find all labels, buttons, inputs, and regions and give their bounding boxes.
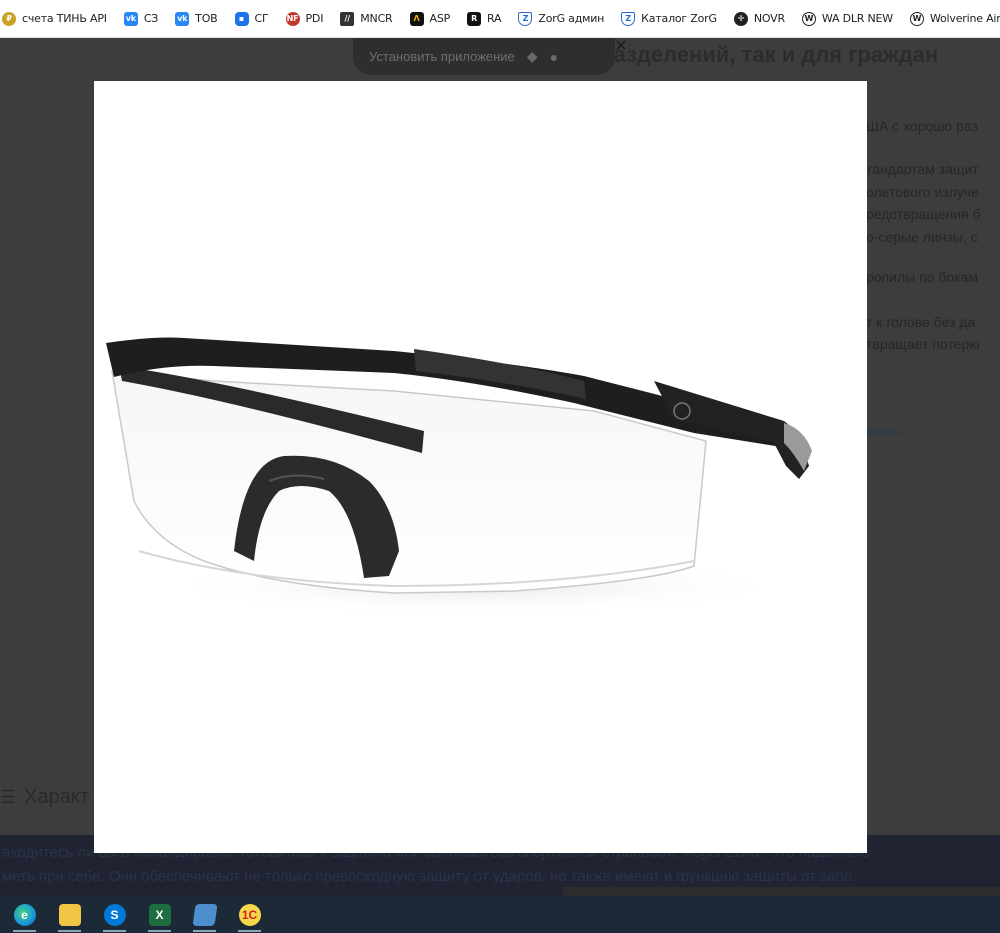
bookmark-ra[interactable]: R RA: [467, 11, 502, 26]
file-explorer-icon: [58, 903, 81, 926]
bookmark-sg[interactable]: ▪ СГ: [234, 11, 269, 26]
bookmark-label: ТОВ: [195, 12, 218, 25]
vk-icon: vk: [123, 11, 138, 26]
bookmark-label: Wolverine Airsoft: [929, 12, 1000, 25]
taskbar-file-explorer[interactable]: [47, 896, 92, 933]
taskbar-edge[interactable]: e: [2, 896, 47, 933]
chat-icon: ▪: [234, 11, 249, 26]
taskbar-1c[interactable]: 1С: [227, 896, 272, 933]
replace-link[interactable]: менить: [866, 426, 903, 438]
wa-icon: W: [801, 11, 816, 26]
vk-icon: vk: [175, 11, 190, 26]
bookmark-wa-dlr[interactable]: W WA DLR NEW: [801, 11, 893, 26]
page-strip: [563, 887, 1000, 896]
android-icon: ◆: [526, 48, 538, 64]
bookmark-label: СЗ: [143, 12, 159, 25]
bookmark-label: ASP: [429, 12, 451, 25]
bookmark-mncr[interactable]: // MNCR: [340, 11, 393, 26]
windows-taskbar: e S X 1С: [0, 896, 1000, 933]
zorg-shield-icon: Z: [621, 11, 636, 26]
bookmark-label: СГ: [254, 12, 269, 25]
wa-icon: W: [909, 11, 924, 26]
edge-icon: e: [13, 903, 36, 926]
pdi-icon: NF: [285, 11, 300, 26]
novr-icon: ✛: [733, 11, 748, 26]
bookmark-sz[interactable]: vk СЗ: [123, 11, 159, 26]
bookmark-label: ZorG админ: [538, 12, 605, 25]
bookmark-label: RA: [487, 12, 502, 25]
sliders-icon: ☰: [0, 787, 17, 807]
bookmark-label: NOVR: [753, 12, 785, 25]
taskbar-skype[interactable]: S: [92, 896, 137, 933]
bookmarks-bar: ₽ счета ТИНЬ API vk СЗ vk ТОВ ▪ СГ NF PDI // M…: [0, 0, 1000, 38]
bookmark-pdi[interactable]: NF PDI: [285, 11, 324, 26]
coin-icon: ₽: [2, 11, 16, 26]
excel-icon: X: [148, 903, 171, 926]
taskbar-excel[interactable]: X: [137, 896, 182, 933]
characteristics-section[interactable]: ☰ Характ: [0, 786, 89, 809]
bookmark-zorg-admin[interactable]: Z ZorG админ: [518, 11, 605, 26]
bookmark-zorg-catalog[interactable]: Z Каталог ZorG: [621, 11, 717, 26]
ra-icon: R: [467, 11, 482, 26]
apple-icon: ●: [549, 48, 559, 65]
bookmark-label: PDI: [305, 12, 324, 25]
bookmark-label: счета ТИНЬ API: [22, 12, 107, 25]
close-icon[interactable]: ✕: [612, 38, 630, 56]
article-text-line: о-серые линзы, с: [866, 229, 978, 245]
article-text-line: твращает потерю: [866, 336, 980, 352]
mncr-icon: //: [340, 11, 355, 26]
characteristics-label: Характ: [24, 786, 89, 808]
bookmark-label: Каталог ZorG: [641, 12, 717, 25]
install-app-banner[interactable]: Установить приложение ◆ ●: [353, 38, 615, 75]
glasses-image: [106, 337, 812, 616]
product-image-lightbox[interactable]: [94, 81, 867, 853]
bookmark-label: WA DLR NEW: [821, 12, 893, 25]
bookmark-label: MNCR: [360, 12, 393, 25]
article-text-line: т к голове без да: [866, 314, 976, 330]
taskbar-notes[interactable]: [182, 896, 227, 933]
1c-icon: 1С: [238, 903, 261, 926]
install-app-label: Установить приложение: [369, 49, 515, 64]
article-text-line: олетового излуче: [866, 184, 979, 200]
article-text-line: ША с хорошо раз: [866, 118, 978, 134]
bookmark-novr[interactable]: ✛ NOVR: [733, 11, 785, 26]
notes-icon: [191, 903, 218, 926]
bookmark-asp[interactable]: Λ ASP: [409, 11, 451, 26]
description-line: меть при себе. Они обеспечивают не тольк…: [2, 868, 852, 885]
article-heading: разделений, так и для граждан: [600, 42, 939, 67]
article-text-line: редотвращения б: [866, 206, 981, 222]
skype-icon: S: [103, 903, 126, 926]
bookmark-wolverine[interactable]: W Wolverine Airsoft: [909, 11, 1000, 26]
bookmark-tov[interactable]: vk ТОВ: [175, 11, 218, 26]
article-text-line: тандартам защит: [866, 161, 979, 177]
asp-icon: Λ: [409, 11, 424, 26]
bookmark-tinkoff-api[interactable]: ₽ счета ТИНЬ API: [2, 11, 107, 26]
zorg-shield-icon: Z: [518, 11, 533, 26]
article-text-line: ропилы по бокам: [866, 269, 978, 285]
